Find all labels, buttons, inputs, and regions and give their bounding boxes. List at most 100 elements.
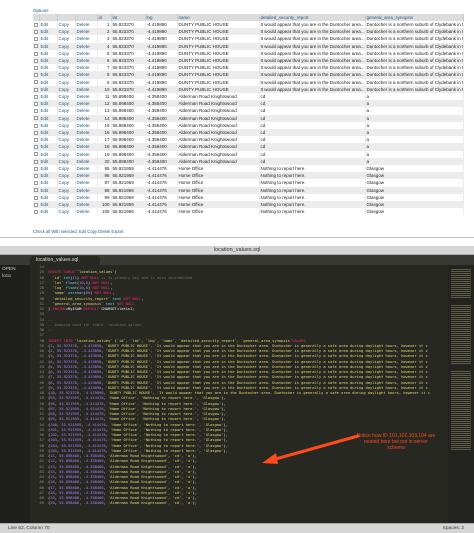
row-checkbox[interactable] xyxy=(34,188,38,193)
column-header[interactable]: detailed_security_report xyxy=(259,14,366,21)
minimap[interactable] xyxy=(448,265,474,523)
delete-link[interactable]: Delete xyxy=(75,165,98,173)
edit-link[interactable]: Edit xyxy=(39,35,58,43)
table-row[interactable]: Edit Copy Delete 14 55.898400 -4.358400 Alderm… xyxy=(33,114,464,122)
copy-link[interactable]: Copy xyxy=(57,143,76,151)
row-checkbox[interactable] xyxy=(34,73,38,78)
row-checkbox[interactable] xyxy=(34,58,38,63)
copy-link[interactable]: Copy xyxy=(57,186,76,194)
delete-link[interactable]: Delete xyxy=(75,136,98,144)
row-checkbox[interactable] xyxy=(34,159,38,164)
delete-link[interactable]: Delete xyxy=(75,28,98,36)
copy-link[interactable]: Copy xyxy=(57,100,76,108)
copy-link[interactable]: Copy xyxy=(57,78,76,86)
table-row[interactable]: Edit Copy Delete 19 55.898400 -4.358400 Alderm… xyxy=(33,150,464,158)
copy-link[interactable]: Copy xyxy=(57,165,76,173)
edit-link[interactable]: Edit xyxy=(39,136,58,144)
edit-link[interactable]: Edit xyxy=(39,49,58,58)
copy-link[interactable]: Copy xyxy=(57,21,76,29)
copy-link[interactable]: Copy xyxy=(57,71,76,79)
row-checkbox[interactable] xyxy=(34,152,38,157)
edit-link[interactable]: Edit xyxy=(39,64,58,72)
table-row[interactable]: Edit Copy Delete 12 55.898400 -4.358400 Alderm… xyxy=(33,100,464,108)
delete-link[interactable]: Delete xyxy=(75,201,98,209)
options-link[interactable]: Options xyxy=(33,8,49,13)
row-checkbox[interactable] xyxy=(34,145,38,150)
edit-link[interactable]: Edit xyxy=(39,208,58,216)
table-row[interactable]: Edit Copy Delete 97 55.921959 -4.414476 Home O… xyxy=(33,179,464,187)
row-checkbox[interactable] xyxy=(34,116,38,121)
table-row[interactable]: Edit Copy Delete 9 55.923370 -4.419890 DUNTY P… xyxy=(33,78,464,86)
copy-link[interactable]: Copy xyxy=(57,150,76,158)
copy-link[interactable]: Copy xyxy=(57,201,76,209)
row-checkbox[interactable] xyxy=(34,138,38,143)
table-row[interactable]: Edit Copy Delete 17 55.898400 -4.358400 Alderm… xyxy=(33,136,464,144)
row-checkbox[interactable] xyxy=(34,66,38,71)
copy-link[interactable]: Copy xyxy=(57,28,76,36)
row-checkbox[interactable] xyxy=(34,130,38,135)
edit-link[interactable]: Edit xyxy=(39,143,58,151)
edit-link[interactable]: Edit xyxy=(39,179,58,187)
delete-link[interactable]: Delete xyxy=(75,179,98,187)
row-checkbox[interactable] xyxy=(34,210,38,215)
tab-location-values[interactable]: location_values.sql xyxy=(30,256,100,265)
row-checkbox[interactable] xyxy=(34,44,38,49)
table-row[interactable]: Edit Copy Delete 7 55.923370 -4.419890 DUNTY P… xyxy=(33,64,464,72)
table-row[interactable]: Edit Copy Delete 6 55.923370 -4.419890 DUNTY P… xyxy=(33,57,464,65)
copy-link[interactable]: Copy xyxy=(57,157,76,166)
delete-link[interactable]: Delete xyxy=(75,150,98,158)
sidebar-open-file[interactable]: loca xyxy=(2,274,11,279)
delete-link[interactable]: Delete xyxy=(75,186,98,194)
edit-link[interactable]: Edit xyxy=(39,28,58,36)
copy-link[interactable]: Copy xyxy=(57,121,76,130)
column-header[interactable]: id xyxy=(97,14,112,21)
row-checkbox[interactable] xyxy=(34,22,38,27)
table-row[interactable]: Edit Copy Delete 18 55.898400 -4.358400 Alderm… xyxy=(33,143,464,151)
delete-link[interactable]: Delete xyxy=(75,21,98,29)
delete-link[interactable]: Delete xyxy=(75,71,98,79)
copy-link[interactable]: Copy xyxy=(57,35,76,43)
delete-link[interactable]: Delete xyxy=(75,114,98,122)
row-checkbox[interactable] xyxy=(34,195,38,200)
edit-link[interactable]: Edit xyxy=(39,157,58,166)
copy-link[interactable]: Copy xyxy=(57,107,76,115)
edit-link[interactable]: Edit xyxy=(39,193,58,202)
table-row[interactable]: Edit Copy Delete 11 55.898400 -4.358400 Alderm… xyxy=(33,93,464,101)
edit-link[interactable]: Edit xyxy=(39,165,58,173)
delete-link[interactable]: Delete xyxy=(75,107,98,115)
copy-link[interactable]: Copy xyxy=(57,93,76,101)
edit-link[interactable]: Edit xyxy=(39,186,58,194)
copy-link[interactable]: Copy xyxy=(57,64,76,72)
table-row[interactable]: Edit Copy Delete 105 55.921959 -4.414476 Home … xyxy=(33,208,464,216)
table-row[interactable]: Edit Copy Delete 8 55.923370 -4.419890 DUNTY P… xyxy=(33,71,464,79)
table-row[interactable]: Edit Copy Delete 98 55.921959 -4.414476 Home O… xyxy=(33,186,464,194)
row-checkbox[interactable] xyxy=(34,102,38,107)
edit-link[interactable]: Edit xyxy=(39,42,58,50)
table-row[interactable]: Edit Copy Delete 1 55.923370 -4.419890 DUNTY P… xyxy=(33,21,464,29)
edit-link[interactable]: Edit xyxy=(39,21,58,29)
delete-link[interactable]: Delete xyxy=(75,93,98,101)
table-row[interactable]: Edit Copy Delete 15 55.898400 -4.358400 Alderm… xyxy=(33,121,464,130)
delete-link[interactable]: Delete xyxy=(75,49,98,58)
delete-link[interactable]: Delete xyxy=(75,193,98,202)
edit-link[interactable]: Edit xyxy=(39,172,58,180)
row-checkbox[interactable] xyxy=(34,30,38,35)
row-checkbox[interactable] xyxy=(34,123,38,128)
delete-link[interactable]: Delete xyxy=(75,143,98,151)
delete-link[interactable]: Delete xyxy=(75,64,98,72)
row-checkbox[interactable] xyxy=(34,87,38,92)
copy-link[interactable]: Copy xyxy=(57,129,76,137)
copy-link[interactable]: Copy xyxy=(57,49,76,58)
copy-link[interactable]: Copy xyxy=(57,114,76,122)
delete-link[interactable]: Delete xyxy=(75,172,98,180)
table-row[interactable]: Edit Copy Delete 20 55.898400 -4.358400 Alderm… xyxy=(33,157,464,166)
row-checkbox[interactable] xyxy=(34,94,38,99)
edit-link[interactable]: Edit xyxy=(39,107,58,115)
row-checkbox[interactable] xyxy=(34,80,38,85)
copy-link[interactable]: Copy xyxy=(57,42,76,50)
column-header[interactable]: lng xyxy=(145,14,178,21)
edit-link[interactable]: Edit xyxy=(39,57,58,65)
edit-link[interactable]: Edit xyxy=(39,150,58,158)
row-checkbox[interactable] xyxy=(34,37,38,42)
edit-link[interactable]: Edit xyxy=(39,201,58,209)
